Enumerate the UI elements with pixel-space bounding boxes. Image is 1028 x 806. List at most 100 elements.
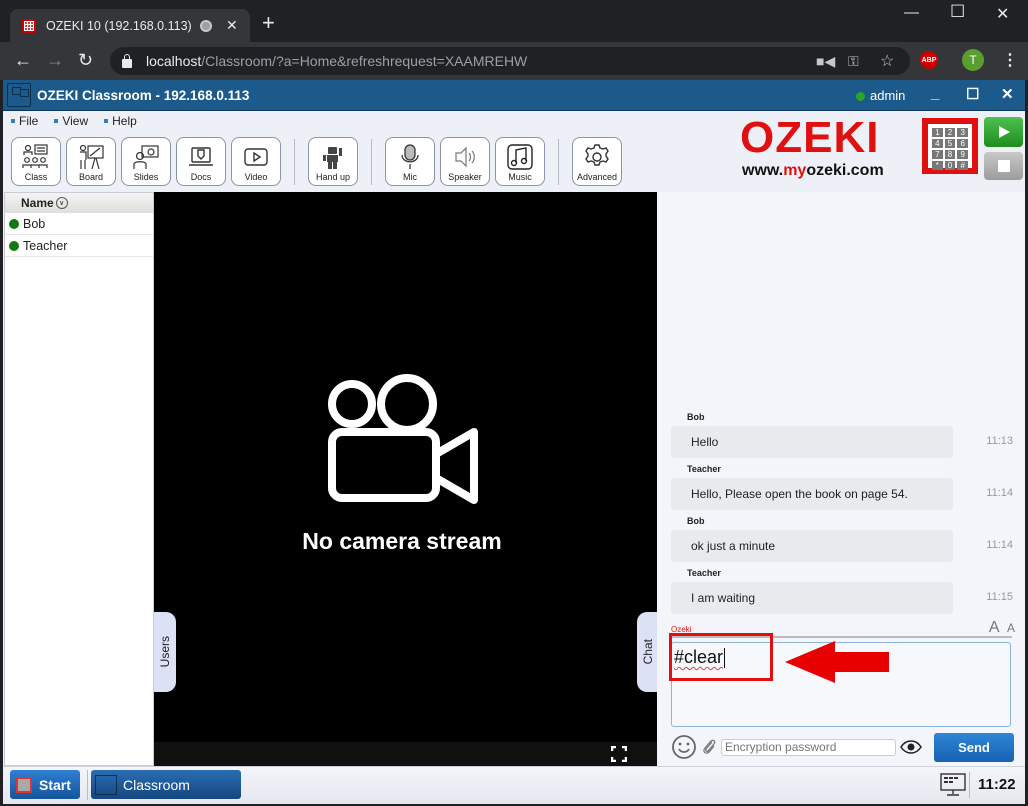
video-label: Video	[244, 172, 268, 182]
app-maximize-button[interactable]: ☐	[966, 85, 979, 103]
font-increase-button[interactable]: A	[989, 619, 1000, 636]
keypad-key: #	[957, 161, 968, 170]
url-path: /Classroom/?a=Home&refreshrequest=XAAMRE…	[201, 53, 528, 69]
app-minimize-button[interactable]: _	[931, 85, 939, 102]
browser-menu-icon[interactable]: ⋮	[1002, 50, 1018, 70]
mic-label: Mic	[403, 172, 417, 182]
taskbar-classroom-button[interactable]: Classroom	[91, 770, 241, 799]
forward-button[interactable]: →	[46, 50, 64, 70]
menu-view[interactable]: View	[54, 114, 88, 128]
play-icon	[998, 126, 1010, 138]
chat-message: Bob ok just a minute 11:14	[671, 516, 1021, 562]
speaker-button[interactable]: Speaker	[440, 137, 490, 186]
tab-close-icon[interactable]: ✕	[226, 17, 238, 34]
start-label: Start	[39, 776, 71, 793]
emoji-icon[interactable]	[671, 734, 697, 760]
users-tab-label: Users	[158, 636, 172, 668]
menu-file[interactable]: File	[11, 114, 38, 128]
back-button[interactable]: ←	[14, 50, 32, 70]
main-toolbar: Class Board Slides Docs Video Hand up Mi…	[11, 137, 627, 187]
hand-up-button[interactable]: Hand up	[308, 137, 358, 186]
font-size-controls: A A	[989, 619, 1015, 637]
attachment-paperclip-icon[interactable]	[701, 738, 717, 756]
keypad-key: 2	[944, 128, 956, 137]
key-icon[interactable]: ⚿	[848, 53, 859, 70]
ozeki-start-icon	[16, 776, 32, 793]
app-close-button[interactable]: ✕	[1001, 85, 1014, 103]
class-label: Class	[24, 172, 48, 182]
board-button[interactable]: Board	[66, 137, 116, 186]
user-name: Bob	[23, 216, 46, 231]
highlight-annotation-box	[669, 633, 773, 681]
message-text: Hello	[671, 426, 953, 458]
ozeki-brand-logo: OZEKI	[740, 113, 880, 162]
camera-permission-icon[interactable]: ■◀	[816, 53, 835, 70]
message-author: Bob	[687, 516, 705, 526]
fullscreen-icon[interactable]	[611, 746, 627, 762]
show-password-eye-icon[interactable]	[900, 740, 922, 754]
reload-button[interactable]: ↻	[78, 50, 93, 70]
video-button[interactable]: Video	[231, 137, 281, 186]
video-controls-bar	[154, 742, 657, 766]
monitor-tray-icon[interactable]	[940, 773, 966, 797]
speaker-label: Speaker	[448, 172, 482, 182]
classroom-icon	[95, 774, 117, 795]
stop-button[interactable]	[984, 152, 1023, 180]
advanced-button[interactable]: Advanced	[572, 137, 622, 186]
video-camera-icon	[328, 374, 478, 504]
encryption-password-input[interactable]	[721, 738, 896, 756]
url-host: localhost	[146, 53, 202, 69]
message-time: 11:14	[986, 487, 1013, 499]
user-list-item[interactable]: Teacher	[5, 235, 153, 257]
board-icon	[79, 144, 104, 170]
adblock-extension-icon[interactable]: ABP	[920, 51, 938, 69]
advanced-label: Advanced	[576, 172, 618, 182]
class-button[interactable]: Class	[11, 137, 61, 186]
keypad-key: 9	[957, 150, 968, 159]
new-tab-button[interactable]: +	[262, 12, 275, 34]
recording-indicator-icon	[200, 19, 212, 32]
message-author: Bob	[687, 412, 705, 422]
video-area: No camera stream Users Chat	[154, 192, 659, 766]
window-minimize-button[interactable]: —	[904, 4, 919, 21]
chat-panel: Bob Hello 11:13 Teacher Hello, Please op…	[657, 192, 1025, 766]
classroom-logo-icon	[7, 83, 31, 107]
address-bar[interactable]: localhost/Classroom/?a=Home&refreshreque…	[110, 47, 910, 75]
bookmark-star-icon[interactable]: ☆	[880, 51, 894, 71]
music-button[interactable]: Music	[495, 137, 545, 186]
keypad-key: 0	[944, 161, 956, 170]
speaker-icon	[455, 146, 475, 168]
sort-chevron-down-icon[interactable]: ∨	[55, 197, 68, 209]
menu-help[interactable]: Help	[104, 114, 137, 128]
window-close-button[interactable]: ✕	[996, 4, 1009, 24]
font-decrease-button[interactable]: A	[1007, 621, 1015, 635]
play-button[interactable]	[984, 117, 1023, 147]
message-text: ok just a minute	[671, 530, 953, 562]
tray-separator	[969, 772, 970, 798]
users-tab[interactable]: Users	[154, 612, 176, 692]
taskbar-separator	[87, 770, 88, 800]
current-user[interactable]: admin	[870, 88, 905, 103]
mic-button[interactable]: Mic	[385, 137, 435, 186]
user-list-item[interactable]: Bob	[5, 213, 153, 235]
board-label: Board	[78, 172, 104, 182]
slides-label: Slides	[133, 172, 159, 182]
users-panel: Name ∨ Bob Teacher	[4, 192, 154, 766]
gear-icon	[585, 144, 609, 166]
keypad-key: 4	[932, 139, 943, 148]
send-button[interactable]: Send	[934, 733, 1014, 762]
window-maximize-button[interactable]: ☐	[950, 2, 965, 22]
users-column-header[interactable]: Name ∨	[5, 193, 153, 213]
toolbar-separator	[294, 139, 295, 185]
mic-icon	[401, 144, 419, 169]
start-button[interactable]: Start	[10, 770, 80, 799]
chat-message: Bob Hello 11:13	[671, 412, 1021, 458]
ozeki-website-link[interactable]: www.myozeki.com	[742, 162, 884, 180]
stop-icon	[997, 160, 1010, 172]
profile-avatar[interactable]: T	[962, 49, 984, 71]
slides-button[interactable]: Slides	[121, 137, 171, 186]
video-icon	[244, 148, 268, 166]
browser-tab[interactable]: OZEKI 10 (192.168.0.113) ✕	[10, 9, 250, 42]
docs-button[interactable]: Docs	[176, 137, 226, 186]
chat-tab[interactable]: Chat	[637, 612, 659, 692]
